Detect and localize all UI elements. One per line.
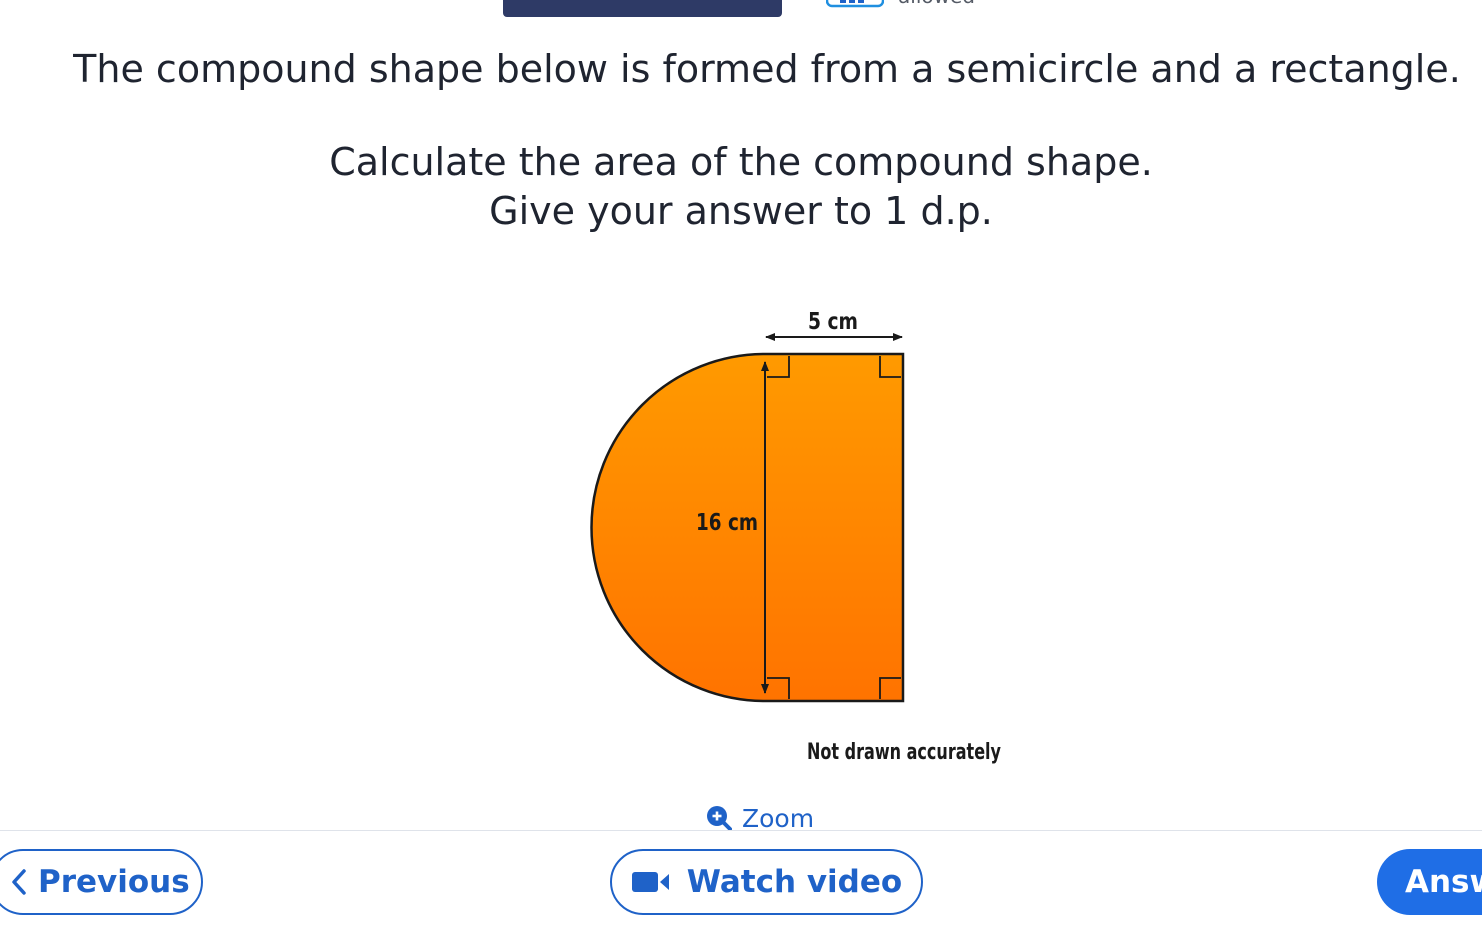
answer-button[interactable]: Answer <box>1377 849 1482 915</box>
calculator-icon <box>826 0 884 8</box>
height-label: 16 cm <box>696 510 758 536</box>
previous-label: Previous <box>38 864 190 900</box>
answer-label: Answer <box>1405 864 1482 900</box>
watch-video-label: Watch video <box>686 864 903 900</box>
page: allowed The compound shape below is form… <box>0 0 1482 927</box>
width-label: 5 cm <box>808 309 858 335</box>
allowed-label: allowed <box>898 0 975 6</box>
watch-video-button[interactable]: Watch video <box>610 849 923 915</box>
question-line-1: The compound shape below is formed from … <box>73 47 1461 91</box>
zoom-in-icon <box>707 806 732 831</box>
question-line-2: Calculate the area of the compound shape… <box>329 140 1153 184</box>
right-angle-markers <box>767 356 901 699</box>
question-line-3: Give your answer to 1 d.p. <box>489 189 993 233</box>
not-drawn-note: Not drawn accurately <box>807 740 1001 765</box>
footer-divider <box>0 830 1482 831</box>
header-bar <box>503 0 782 17</box>
video-camera-icon <box>631 872 669 892</box>
previous-button[interactable]: Previous <box>0 849 203 915</box>
compound-shape <box>590 352 905 703</box>
chevron-left-icon <box>12 869 26 895</box>
zoom-label: Zoom <box>742 803 815 833</box>
